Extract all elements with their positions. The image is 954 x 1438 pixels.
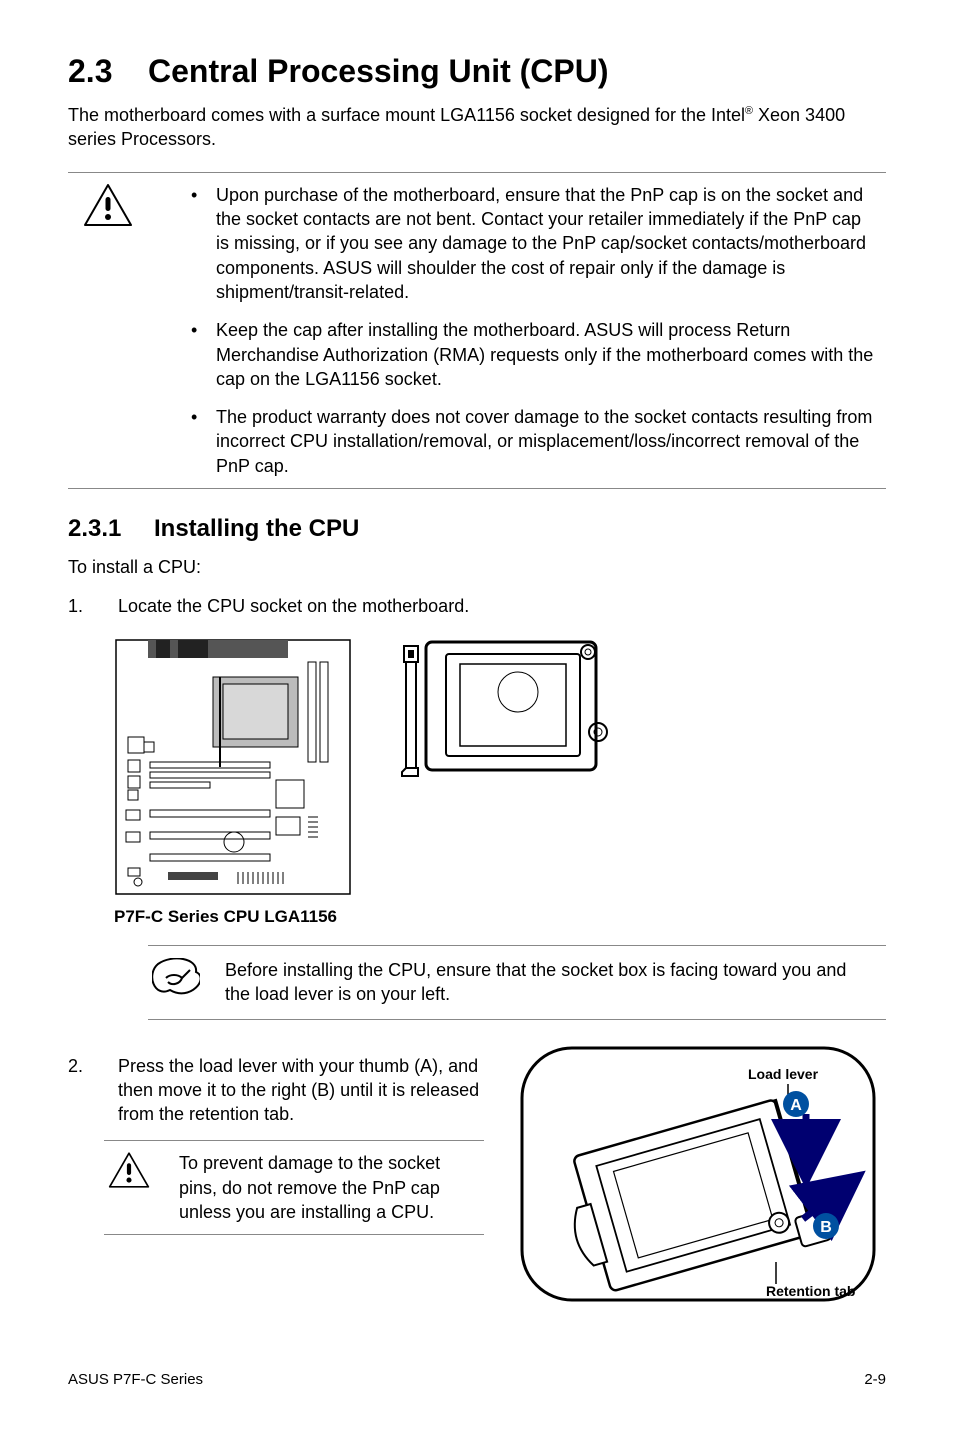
intro-paragraph: The motherboard comes with a surface mou… [68,103,886,152]
step-text: Locate the CPU socket on the motherboard… [118,594,886,618]
caution-text-col: Upon purchase of the motherboard, ensure… [173,183,886,478]
footer-right: 2-9 [864,1370,886,1390]
note-icon [152,958,200,998]
note-icon-col [148,958,203,1007]
subsection-number: 2.3.1 [68,513,154,545]
inline-caution-text: To prevent damage to the socket pins, do… [179,1151,484,1224]
load-lever-diagram: Load lever [518,1044,878,1304]
step-number: 2. [68,1054,118,1127]
page-footer: ASUS P7F-C Series 2-9 [68,1350,886,1390]
sub-intro: To install a CPU: [68,555,886,579]
caution-icon-col [104,1151,154,1224]
caution-item: Upon purchase of the motherboard, ensure… [191,183,876,304]
caution-icon-col [68,183,148,478]
retention-tab-label: Retention tab [766,1283,855,1299]
step-number: 1. [68,594,118,618]
section-heading: 2.3Central Processing Unit (CPU) [68,50,886,93]
step-1: 1. Locate the CPU socket on the motherbo… [68,594,886,618]
caution-item: The product warranty does not cover dama… [191,405,876,478]
section-number: 2.3 [68,50,148,93]
step-2: 2. Press the load lever with your thumb … [68,1054,498,1127]
intro-text-1: The motherboard comes with a surface mou… [68,105,745,125]
step2-area: 2. Press the load lever with your thumb … [68,1044,886,1310]
step-text: Press the load lever with your thumb (A)… [118,1054,498,1127]
diagram-caption: P7F-C Series CPU LGA1156 [114,906,886,929]
section-title: Central Processing Unit (CPU) [148,53,609,89]
registered-mark: ® [745,105,753,117]
cpu-socket-diagram [398,632,618,782]
caution-icon [108,1151,150,1189]
footer-left: ASUS P7F-C Series [68,1370,203,1390]
subsection-heading: 2.3.1Installing the CPU [68,513,886,545]
diagram-row [108,632,886,902]
caution-icon [83,183,133,227]
caution-callout: Upon purchase of the motherboard, ensure… [68,172,886,489]
marker-a: A [790,1097,802,1114]
note-text: Before installing the CPU, ensure that t… [225,958,886,1007]
load-lever-label: Load lever [748,1066,819,1082]
motherboard-diagram [108,632,358,902]
inline-caution: To prevent damage to the socket pins, do… [104,1140,484,1235]
caution-item: Keep the cap after installing the mother… [191,318,876,391]
note-callout: Before installing the CPU, ensure that t… [148,945,886,1020]
marker-b: B [820,1219,832,1236]
subsection-title: Installing the CPU [154,515,359,542]
